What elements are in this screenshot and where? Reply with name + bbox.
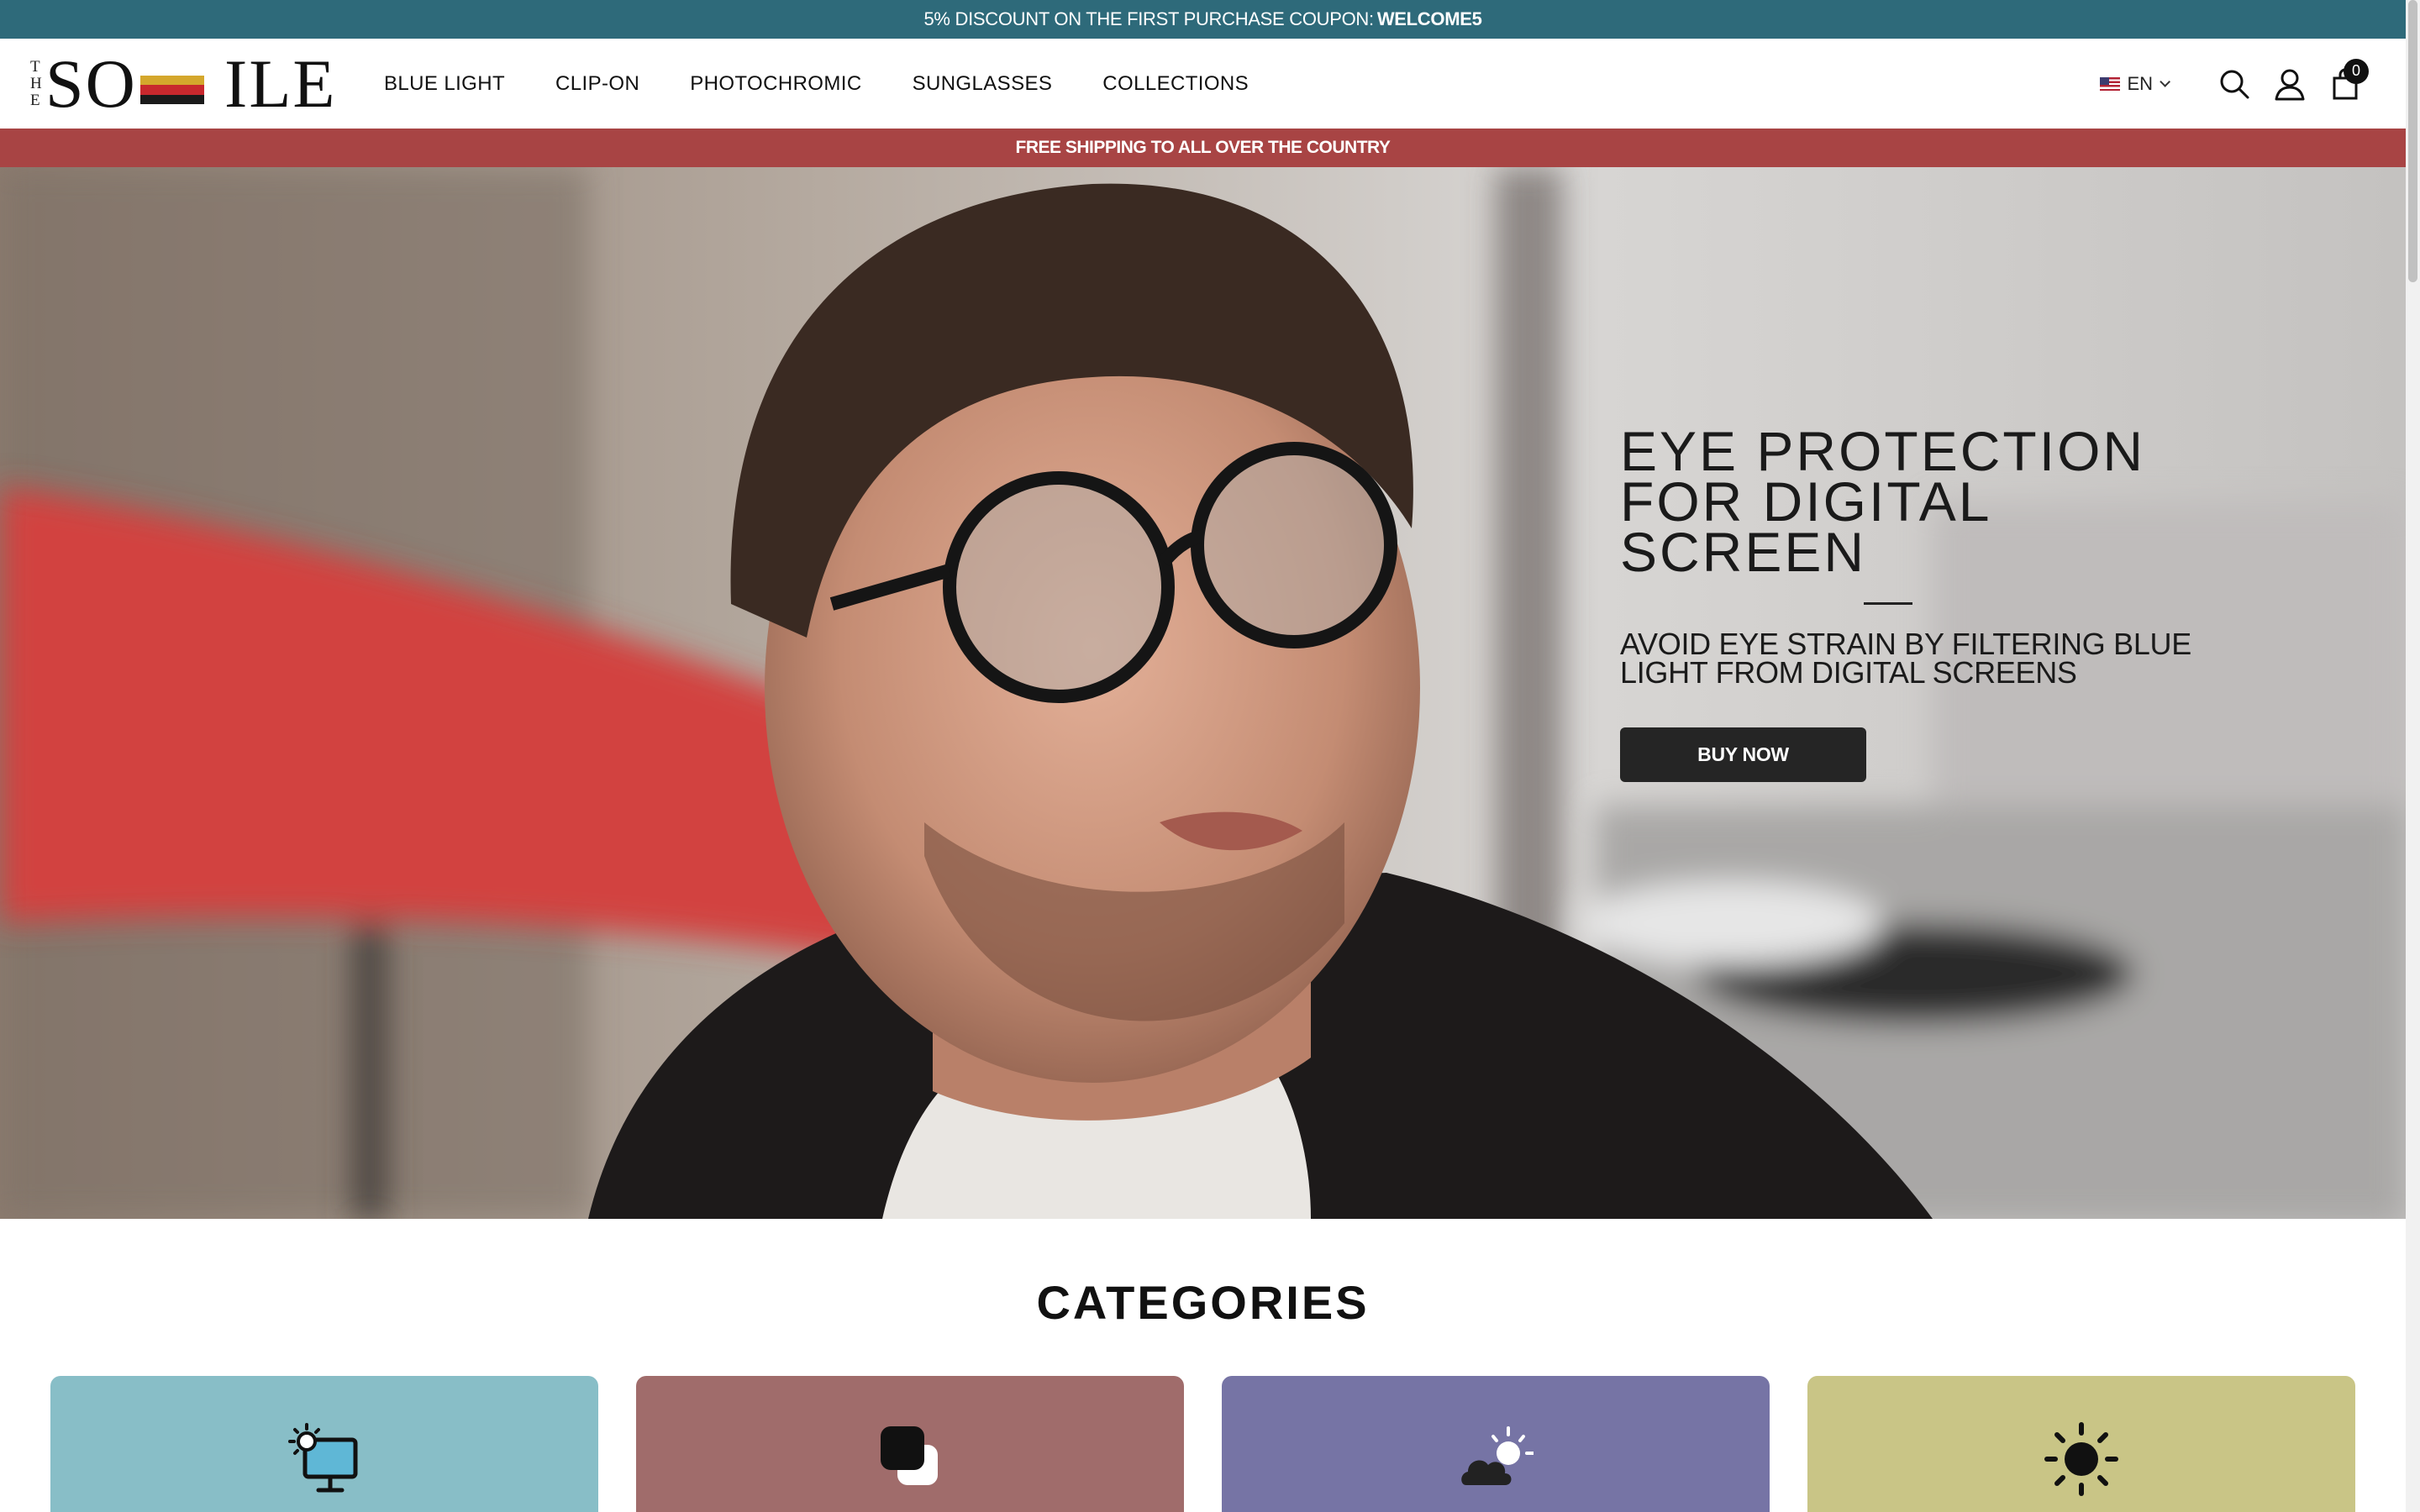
nav-collections[interactable]: COLLECTIONS [1102, 72, 1249, 96]
scrollbar-thumb[interactable] [2408, 0, 2417, 282]
sun-cloud-icon [1461, 1426, 1534, 1485]
nav-clip-on[interactable]: CLIP-ON [555, 72, 639, 96]
us-flag-icon [2100, 76, 2121, 91]
sun-icon [2044, 1422, 2118, 1496]
language-label: EN [2127, 72, 2153, 94]
user-icon[interactable] [2273, 67, 2307, 101]
hero-divider [1864, 602, 1912, 605]
shipping-bar: FREE SHIPPING TO ALL OVER THE COUNTRY [0, 129, 2406, 167]
nav-photochromic[interactable]: PHOTOCHROMIC [690, 72, 861, 96]
layered-squares-icon [881, 1426, 938, 1485]
category-card-sunglasses[interactable] [1807, 1376, 2355, 1512]
hero-banner: EYE PROTECTION FOR DIGITAL SCREEN AVOID … [0, 167, 2406, 1219]
buy-now-button[interactable]: BUY NOW [1620, 727, 1866, 782]
search-icon[interactable] [2217, 67, 2251, 101]
category-card-clip-on[interactable] [636, 1376, 1184, 1512]
announcement-text: 5% DISCOUNT ON THE FIRST PURCHASE COUPON… [923, 8, 1374, 29]
hero-content: EYE PROTECTION FOR DIGITAL SCREEN AVOID … [1620, 420, 2208, 782]
cart-count-badge: 0 [2344, 58, 2369, 84]
language-selector[interactable]: EN [2100, 72, 2170, 95]
monitor-sun-icon [288, 1423, 358, 1493]
chevron-down-icon [2160, 76, 2170, 87]
site-header: THE SOTTILE BLUE LIGHT CLIP-ON PHOTOCHRO… [0, 39, 2406, 129]
header-actions: EN 0 [2100, 39, 2369, 129]
category-card-photochromic[interactable] [1222, 1376, 1770, 1512]
logo-the: THE [30, 58, 42, 109]
nav-sunglasses[interactable]: SUNGLASSES [913, 72, 1053, 96]
page-scrollbar[interactable] [2406, 0, 2420, 1512]
category-cards [50, 1376, 2355, 1512]
category-card-blue-light[interactable] [50, 1376, 598, 1512]
nav-blue-light[interactable]: BLUE LIGHT [384, 72, 505, 96]
hero-subtitle: AVOID EYE STRAIN BY FILTERING BLUE LIGHT… [1620, 627, 2191, 690]
shipping-text: FREE SHIPPING TO ALL OVER THE COUNTRY [1015, 138, 1391, 157]
announcement-bar: 5% DISCOUNT ON THE FIRST PURCHASE COUPON… [0, 0, 2406, 39]
main-nav: BLUE LIGHT CLIP-ON PHOTOCHROMIC SUNGLASS… [384, 39, 1299, 129]
hero-title: EYE PROTECTION FOR DIGITAL SCREEN [1620, 420, 2146, 583]
coupon-code: WELCOME5 [1376, 8, 1482, 29]
logo[interactable]: THE SOTTILE [30, 50, 335, 118]
cart-icon[interactable]: 0 [2328, 58, 2369, 101]
categories-title: CATEGORIES [1036, 1276, 1370, 1329]
logo-wordmark: SOTTILE [45, 45, 337, 122]
